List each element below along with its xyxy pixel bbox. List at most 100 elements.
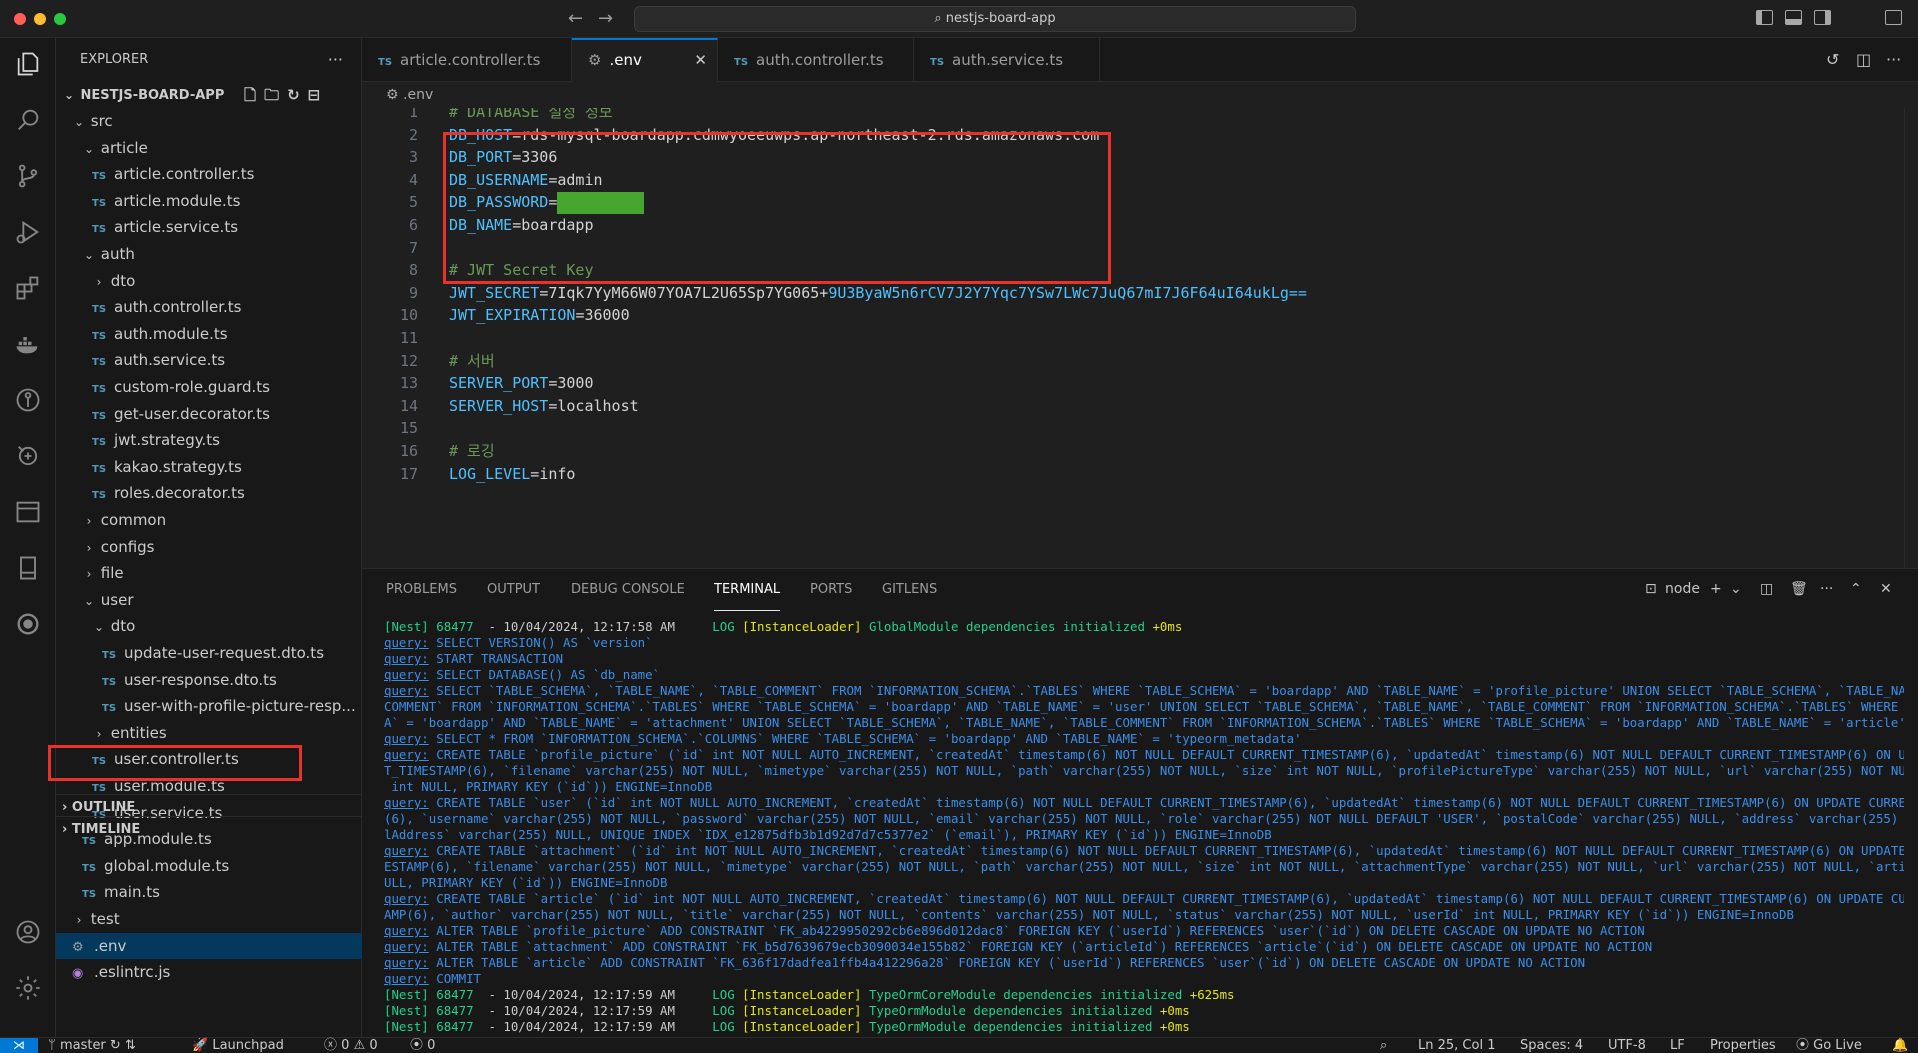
tree-file[interactable]: ⚙ .env	[56, 932, 362, 959]
ports-indicator[interactable]: ⦿ 0	[410, 1038, 435, 1053]
forward-arrow-icon[interactable]: →	[598, 8, 613, 29]
tree-folder[interactable]: › file	[56, 560, 362, 586]
split-editor-icon[interactable]: ◫	[1856, 50, 1871, 69]
encoding[interactable]: UTF-8	[1608, 1038, 1646, 1053]
close-icon[interactable]: ✕	[694, 40, 707, 80]
tree-file[interactable]: TS user-response.dto.ts	[56, 667, 362, 693]
tree-file[interactable]: TS user-with-profile-picture-resp...	[56, 693, 362, 719]
tree-folder[interactable]: ⌄ src	[56, 108, 362, 134]
split-terminal-icon[interactable]: ◫	[1760, 581, 1773, 597]
tab-gitlens[interactable]: GITLENS	[882, 569, 937, 611]
remote-indicator-icon[interactable]: ⋊	[0, 1038, 38, 1053]
search-icon[interactable]	[14, 106, 42, 134]
close-window-button[interactable]	[14, 13, 26, 25]
explorer-icon[interactable]	[14, 50, 42, 78]
new-file-icon[interactable]: 🗋	[244, 86, 264, 104]
database-icon[interactable]	[14, 498, 42, 526]
bookmark-icon[interactable]	[14, 554, 42, 582]
tab-auth-controller[interactable]: TS auth.controller.ts	[718, 38, 914, 82]
tab-terminal[interactable]: TERMINAL	[714, 569, 781, 611]
more-actions-icon[interactable]: ···	[1886, 50, 1901, 69]
bell-icon[interactable]: 🔔	[1892, 1038, 1908, 1053]
end-of-line[interactable]: LF	[1670, 1038, 1685, 1053]
tree-file[interactable]: TS roles.decorator.ts	[56, 480, 362, 506]
tree-file[interactable]: TS article.service.ts	[56, 214, 362, 240]
go-live-button[interactable]: ⦿ Go Live	[1796, 1038, 1862, 1053]
new-folder-icon[interactable]: 🗀	[264, 86, 287, 104]
tree-file[interactable]: TS article.controller.ts	[56, 161, 362, 187]
language-mode[interactable]: Properties	[1710, 1038, 1776, 1053]
more-actions-icon[interactable]: ···	[1820, 581, 1833, 597]
more-actions-icon[interactable]: ···	[328, 38, 343, 82]
tab-debug-console[interactable]: DEBUG CONSOLE	[571, 569, 685, 611]
back-arrow-icon[interactable]: ←	[568, 8, 583, 29]
tree-folder[interactable]: ⌄ auth	[56, 241, 362, 267]
toggle-primary-sidebar-icon[interactable]	[1756, 10, 1773, 25]
tree-folder[interactable]: › configs	[56, 534, 362, 560]
tree-folder[interactable]: › dto	[56, 268, 362, 294]
tab-auth-service[interactable]: TS auth.service.ts	[914, 38, 1100, 82]
tree-folder[interactable]: ⌄ article	[56, 135, 362, 161]
query-tag: query:	[384, 635, 429, 650]
toggle-secondary-sidebar-icon[interactable]	[1814, 10, 1831, 25]
tab-output[interactable]: OUTPUT	[487, 569, 540, 611]
tree-folder[interactable]: ⌄ dto	[56, 613, 362, 639]
launchpad-item[interactable]: 🚀 Launchpad	[192, 1038, 284, 1053]
tree-folder[interactable]: › common	[56, 507, 362, 533]
tab-article-controller[interactable]: TS article.controller.ts	[362, 38, 572, 82]
tree-file[interactable]: TS get-user.decorator.ts	[56, 401, 362, 427]
branch-indicator[interactable]: ᛘ master ↻ ⇅	[48, 1038, 136, 1053]
maximize-panel-icon[interactable]: ⌃	[1850, 581, 1862, 597]
tree-file[interactable]: TS auth.service.ts	[56, 347, 362, 373]
editor-scrollbar[interactable]	[1904, 108, 1918, 568]
tree-folder[interactable]: › entities	[56, 720, 362, 746]
typescript-icon: TS	[92, 437, 107, 449]
toggle-panel-icon[interactable]	[1785, 10, 1802, 25]
timeline-section[interactable]: › TIMELINE	[56, 816, 362, 842]
tree-file[interactable]: TS update-user-request.dto.ts	[56, 640, 362, 666]
problems-indicator[interactable]: ⓧ 0 ⚠ 0	[324, 1038, 378, 1053]
tree-file[interactable]: TS main.ts	[56, 879, 362, 905]
customize-layout-icon[interactable]	[1885, 10, 1902, 25]
tree-file[interactable]: TS global.module.ts	[56, 853, 362, 879]
tree-folder[interactable]: › test	[56, 906, 362, 932]
tree-folder[interactable]: ⌄ user	[56, 587, 362, 613]
cursor-position[interactable]: Ln 25, Col 1	[1418, 1038, 1495, 1053]
refresh-icon[interactable]: ↻	[287, 86, 308, 104]
env-value: localhost	[557, 396, 639, 415]
command-center[interactable]: ⌕ nestjs-board-app	[634, 6, 1356, 32]
run-debug-icon[interactable]	[14, 218, 42, 246]
collapse-all-icon[interactable]: ⊟	[308, 86, 329, 104]
tab-problems[interactable]: PROBLEMS	[386, 569, 457, 611]
tab-env[interactable]: ⚙ .env ✕	[572, 38, 718, 82]
indentation[interactable]: Spaces: 4	[1520, 1038, 1583, 1053]
source-control-icon[interactable]	[14, 162, 42, 190]
tree-file[interactable]: TS auth.module.ts	[56, 321, 362, 347]
settings-gear-icon[interactable]	[14, 974, 42, 1002]
remote-explorer-icon[interactable]	[14, 442, 42, 470]
gitlens-icon[interactable]	[14, 386, 42, 414]
new-terminal-icon[interactable]: +	[1710, 581, 1722, 597]
timeline-history-icon[interactable]: ↺	[1826, 50, 1839, 69]
workspace-root[interactable]: ⌄ NESTJS-BOARD-APP 🗋🗀↻⊟	[56, 82, 362, 108]
close-panel-icon[interactable]: ✕	[1880, 581, 1892, 597]
docker-icon[interactable]	[14, 330, 42, 358]
tree-file[interactable]: TS jwt.strategy.ts	[56, 427, 362, 453]
timeline-circle-icon[interactable]	[14, 610, 42, 638]
terminal-name[interactable]: node	[1665, 581, 1700, 597]
account-icon[interactable]	[14, 918, 42, 946]
tree-file[interactable]: ◉ .eslintrc.js	[56, 959, 362, 985]
tree-file[interactable]: TS article.module.ts	[56, 188, 362, 214]
tree-file[interactable]: TS auth.controller.ts	[56, 294, 362, 320]
tab-ports[interactable]: PORTS	[810, 569, 852, 611]
chevron-down-icon[interactable]: ⌄	[1730, 581, 1742, 597]
extensions-icon[interactable]	[14, 274, 42, 302]
tree-file[interactable]: TS custom-role.guard.ts	[56, 374, 362, 400]
terminal-output[interactable]: [Nest] 68477 - 10/04/2024, 12:17:58 AM L…	[384, 619, 1904, 1039]
breadcrumb[interactable]: ⚙ .env	[362, 82, 1918, 108]
tree-file[interactable]: TS kakao.strategy.ts	[56, 454, 362, 480]
trash-icon[interactable]: 🗑	[1790, 581, 1808, 597]
maximize-window-button[interactable]	[54, 13, 66, 25]
zoom-icon[interactable]: ⌕	[1380, 1038, 1387, 1053]
minimize-window-button[interactable]	[34, 13, 46, 25]
